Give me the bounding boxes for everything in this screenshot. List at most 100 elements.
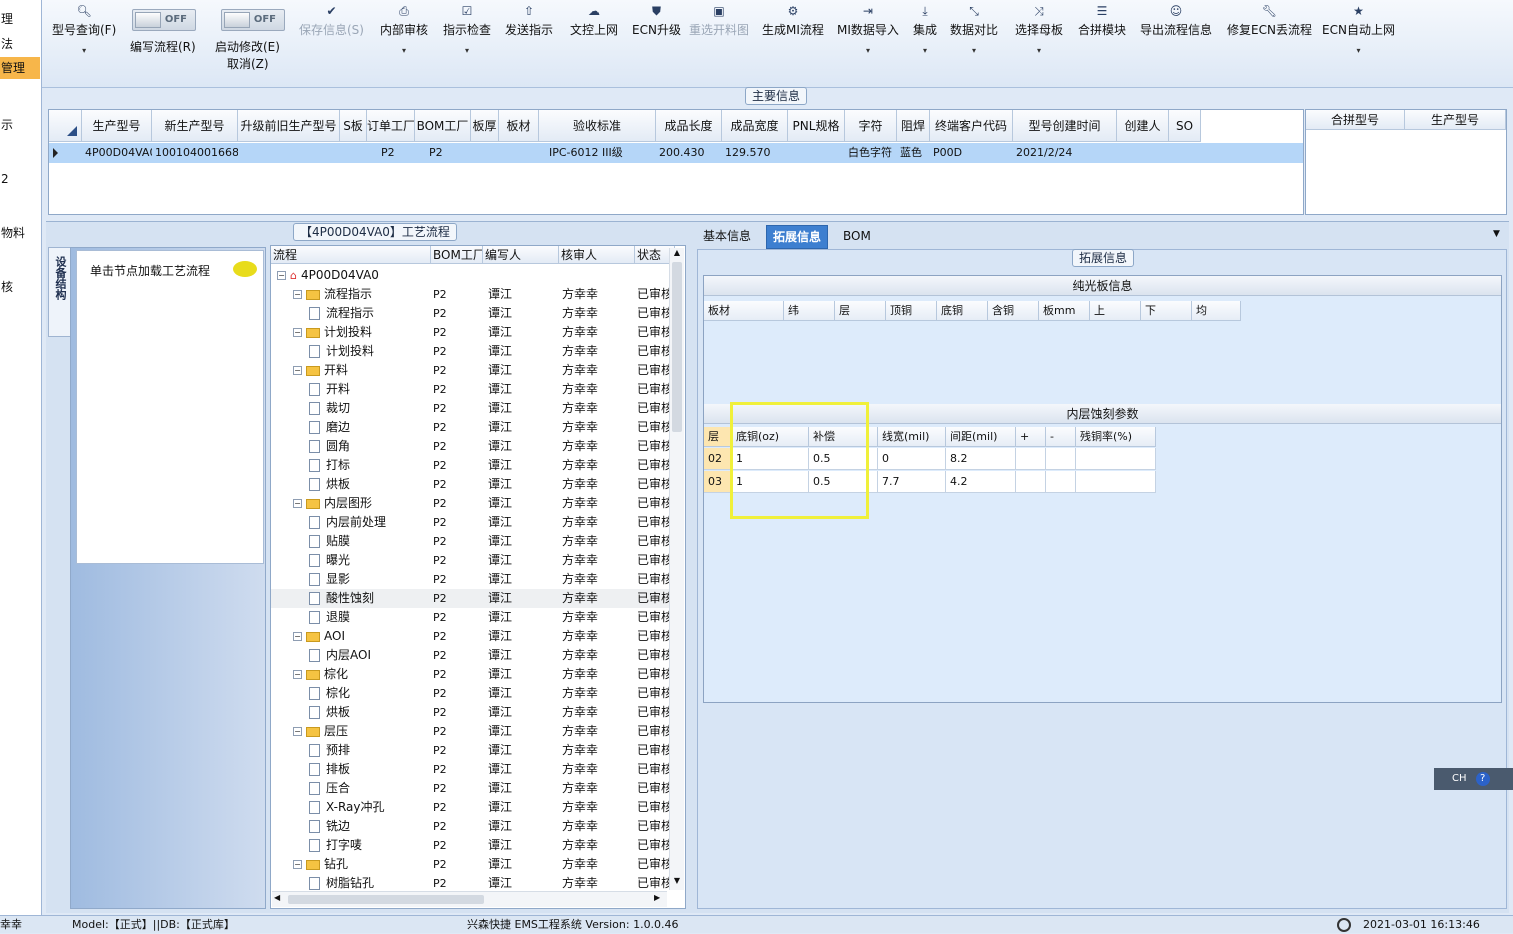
collapse-icon[interactable]: −: [293, 328, 302, 337]
nav-item[interactable]: 法: [0, 33, 40, 55]
col-header[interactable]: 创建人: [1117, 110, 1169, 142]
etch-cell[interactable]: [1016, 448, 1046, 470]
tree-node[interactable]: 内层前处理 P2 谭江 方幸幸 已审核: [271, 513, 673, 532]
collapse-icon[interactable]: −: [293, 499, 302, 508]
help-icon[interactable]: ?: [1475, 772, 1490, 786]
pure-cu-col-header[interactable]: 含铜: [988, 301, 1039, 321]
tree-node[interactable]: 预排 P2 谭江 方幸幸 已审核: [271, 741, 673, 760]
collapse-icon[interactable]: −: [293, 366, 302, 375]
tree-node[interactable]: 酸性蚀刻 P2 谭江 方幸幸 已审核: [271, 589, 673, 608]
col-header[interactable]: 字符: [845, 110, 897, 142]
tree-node[interactable]: − 层压 P2 谭江 方幸幸 已审核: [271, 722, 673, 741]
tree-node[interactable]: 排板 P2 谭江 方幸幸 已审核: [271, 760, 673, 779]
col-header[interactable]: 订单工厂: [367, 110, 415, 142]
etch-col-header[interactable]: 间距(mil): [946, 427, 1016, 447]
nav-item[interactable]: 2: [0, 168, 40, 190]
pure-cu-col-header[interactable]: 底铜: [937, 301, 988, 321]
tree-node[interactable]: 磨边 P2 谭江 方幸幸 已审核: [271, 418, 673, 437]
tree-node[interactable]: − 钻孔 P2 谭江 方幸幸 已审核: [271, 855, 673, 874]
pure-cu-col-header[interactable]: 板材: [704, 301, 784, 321]
tree-node[interactable]: 开料 P2 谭江 方幸幸 已审核: [271, 380, 673, 399]
tree-node[interactable]: 压合 P2 谭江 方幸幸 已审核: [271, 779, 673, 798]
collapse-icon[interactable]: −: [293, 670, 302, 679]
tree-node[interactable]: 圆角 P2 谭江 方幸幸 已审核: [271, 437, 673, 456]
etch-cell[interactable]: [1046, 471, 1076, 493]
etch-cell[interactable]: 0: [878, 448, 946, 470]
collapse-icon[interactable]: −: [293, 632, 302, 641]
ime-toolbar[interactable]: CH ?: [1434, 768, 1513, 790]
col-header[interactable]: S板: [340, 110, 367, 142]
toolbar-button-15[interactable]: 🔧︎ 修复ECN丢流程: [1227, 4, 1312, 38]
col-header[interactable]: 生产型号: [82, 110, 152, 142]
pure-cu-col-header[interactable]: 下: [1141, 301, 1192, 321]
etch-cell[interactable]: 7.7: [878, 471, 946, 493]
tree-node[interactable]: 打字唛 P2 谭江 方幸幸 已审核: [271, 836, 673, 855]
nav-item[interactable]: 示: [0, 114, 40, 136]
toolbar-button-10[interactable]: ⤓ 集成 ▾: [913, 4, 937, 55]
tree-col-header[interactable]: 核审人: [559, 246, 635, 264]
tree-node[interactable]: 棕化 P2 谭江 方幸幸 已审核: [271, 684, 673, 703]
toolbar-button-16[interactable]: ★ ECN自动上网 ▾: [1322, 4, 1395, 55]
tree-node[interactable]: 显影 P2 谭江 方幸幸 已审核: [271, 570, 673, 589]
collapse-icon[interactable]: −: [293, 860, 302, 869]
etch-cell[interactable]: [1046, 448, 1076, 470]
tab-extended-info[interactable]: 拓展信息: [766, 225, 829, 249]
scroll-left-icon[interactable]: ◀: [274, 893, 280, 902]
col-header[interactable]: 终端客户代码: [930, 110, 1013, 142]
toolbar-button-7[interactable]: ▣ 重选开料图: [689, 4, 749, 38]
col-header[interactable]: 成品宽度: [722, 110, 788, 142]
production-model-header[interactable]: 生产型号: [1405, 110, 1506, 130]
toolbar-button-13[interactable]: ☰ 合拼模块: [1078, 4, 1126, 38]
toolbar-button-14[interactable]: ☺ 导出流程信息: [1140, 4, 1212, 38]
col-header[interactable]: PNL规格: [788, 110, 845, 142]
tree-node[interactable]: − 计划投料 P2 谭江 方幸幸 已审核: [271, 323, 673, 342]
toolbar-button-0[interactable]: 🔍︎ 型号查询(F) ▾: [52, 4, 116, 55]
toolbar-button-2[interactable]: ⎙ 内部审核 ▾: [380, 4, 428, 55]
etch-cell[interactable]: [1016, 471, 1046, 493]
tree-node[interactable]: X-Ray冲孔 P2 谭江 方幸幸 已审核: [271, 798, 673, 817]
tree-node[interactable]: 打标 P2 谭江 方幸幸 已审核: [271, 456, 673, 475]
chevron-down-icon[interactable]: ▾: [443, 46, 491, 55]
collapse-icon[interactable]: −: [293, 290, 302, 299]
toolbar-button-12[interactable]: ⤨ 选择母板 ▾: [1015, 4, 1063, 55]
pure-cu-col-header[interactable]: 纬: [784, 301, 835, 321]
nav-item[interactable]: 核: [0, 276, 40, 298]
col-header[interactable]: 板厚: [471, 110, 499, 142]
etch-col-header[interactable]: 残铜率(%): [1076, 427, 1156, 447]
pure-cu-col-header[interactable]: 均: [1192, 301, 1241, 321]
tree-node[interactable]: 铣边 P2 谭江 方幸幸 已审核: [271, 817, 673, 836]
tab-dropdown-icon[interactable]: ▼: [1493, 229, 1500, 239]
pure-cu-col-header[interactable]: 板mm: [1039, 301, 1090, 321]
pure-cu-col-header[interactable]: 顶铜: [886, 301, 937, 321]
etch-col-header[interactable]: 线宽(mil): [878, 427, 946, 447]
etch-col-header[interactable]: +: [1016, 427, 1046, 447]
etch-col-header[interactable]: -: [1046, 427, 1076, 447]
nav-item[interactable]: 物料: [0, 222, 40, 244]
tree-node[interactable]: − AOI P2 谭江 方幸幸 已审核: [271, 627, 673, 646]
tab-bom[interactable]: BOM: [837, 225, 877, 249]
pure-cu-col-header[interactable]: 上: [1090, 301, 1141, 321]
toolbar-button-6[interactable]: ⛊ ECN升级: [632, 4, 681, 38]
col-header[interactable]: 新生产型号: [152, 110, 238, 142]
chevron-down-icon[interactable]: ▾: [1015, 46, 1063, 55]
col-header[interactable]: 阻焊: [897, 110, 930, 142]
hscroll-thumb[interactable]: [288, 895, 484, 904]
tree-node[interactable]: − 内层图形 P2 谭江 方幸幸 已审核: [271, 494, 673, 513]
chevron-down-icon[interactable]: ▾: [380, 46, 428, 55]
tree-col-header[interactable]: BOM工厂: [431, 246, 483, 264]
tree-node[interactable]: 贴膜 P2 谭江 方幸幸 已审核: [271, 532, 673, 551]
etch-col-header[interactable]: 层: [704, 427, 732, 447]
tree-node[interactable]: 烘板 P2 谭江 方幸幸 已审核: [271, 475, 673, 494]
tree-node[interactable]: 流程指示 P2 谭江 方幸幸 已审核: [271, 304, 673, 323]
toolbar-button-1[interactable]: ✔ 保存信息(S): [299, 4, 364, 38]
chevron-down-icon[interactable]: ▾: [913, 46, 937, 55]
tree-node[interactable]: − 棕化 P2 谭江 方幸幸 已审核: [271, 665, 673, 684]
col-header[interactable]: SO: [1169, 110, 1201, 142]
merge-model-header[interactable]: 合拼型号: [1306, 110, 1405, 130]
toolbar-button-3[interactable]: ☑ 指示检查 ▾: [443, 4, 491, 55]
chevron-down-icon[interactable]: ▾: [1322, 46, 1395, 55]
tree-node[interactable]: 内层AOI P2 谭江 方幸幸 已审核: [271, 646, 673, 665]
tree-horizontal-scrollbar[interactable]: ◀ ▶: [272, 891, 667, 907]
pure-cu-col-header[interactable]: 层: [835, 301, 886, 321]
tree-vertical-scrollbar[interactable]: ▲ ▼: [669, 248, 684, 890]
